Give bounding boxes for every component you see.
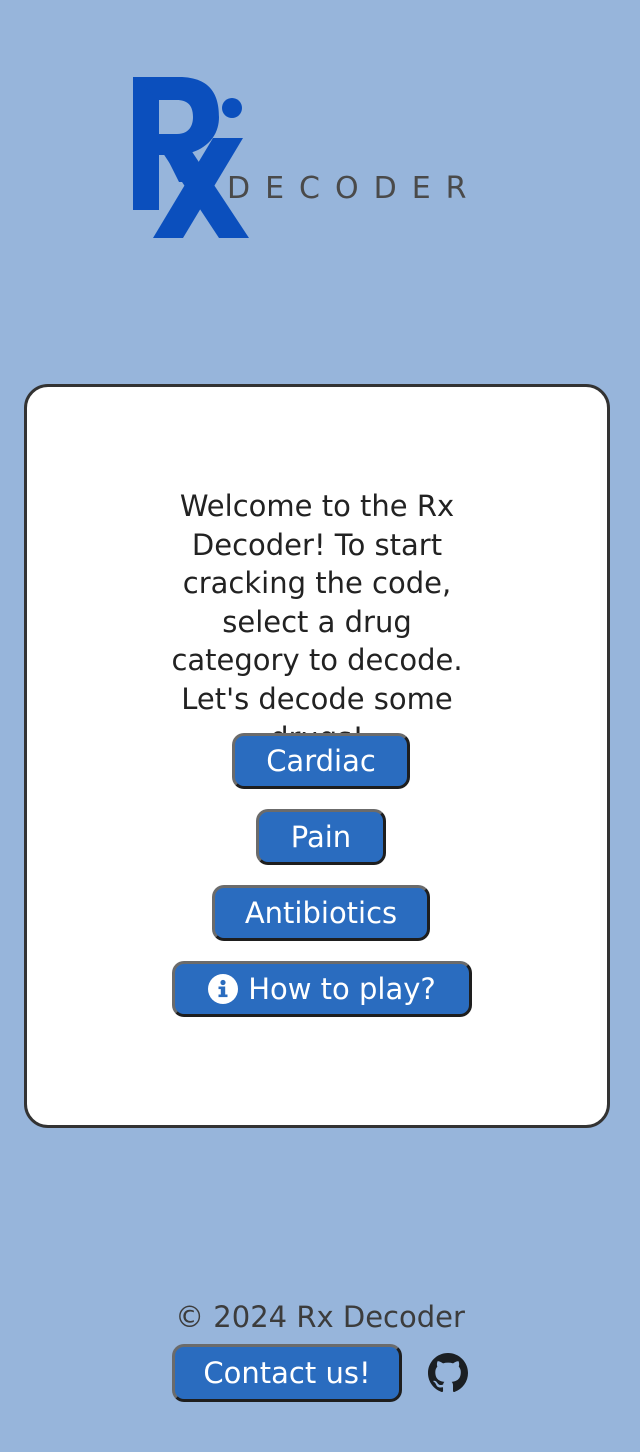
copyright-text: © 2024 Rx Decoder: [175, 1300, 465, 1334]
logo-wordmark: DECODER: [227, 171, 482, 206]
welcome-message: Welcome to the Rx Decoder! To start crac…: [171, 489, 463, 755]
category-pain-button[interactable]: Pain: [256, 809, 386, 865]
welcome-card: Welcome to the Rx Decoder! To start crac…: [24, 384, 610, 1128]
how-to-play-button[interactable]: How to play?: [172, 961, 472, 1017]
github-icon[interactable]: [428, 1353, 468, 1393]
contact-us-button[interactable]: Contact us!: [172, 1344, 402, 1402]
rx-decoder-logo: DECODER: [131, 74, 511, 242]
how-to-play-label: How to play?: [248, 972, 436, 1006]
category-cardiac-button[interactable]: Cardiac: [232, 733, 410, 789]
category-antibiotics-button[interactable]: Antibiotics: [212, 885, 430, 941]
info-circle-icon: [208, 974, 239, 1004]
